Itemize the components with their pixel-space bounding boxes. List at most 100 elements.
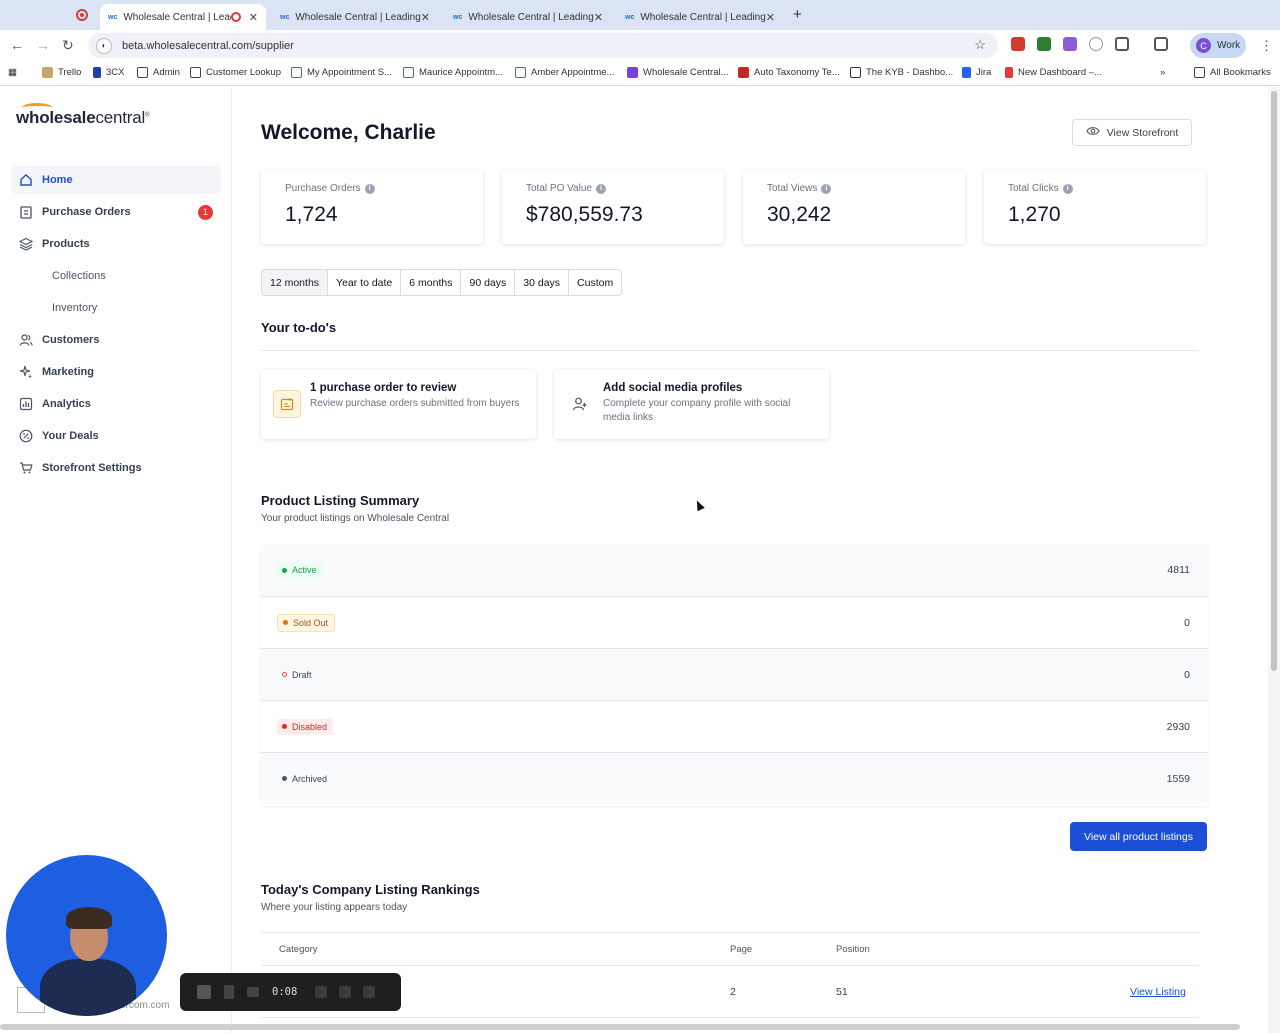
info-icon[interactable]: i bbox=[364, 183, 375, 194]
view-storefront-button[interactable]: View Storefront bbox=[1072, 119, 1192, 146]
close-tab-icon[interactable]: ✕ bbox=[766, 11, 775, 24]
listing-row-draft[interactable]: Draft 0 bbox=[261, 648, 1208, 700]
extension-icon[interactable] bbox=[1037, 37, 1051, 51]
close-tab-icon[interactable]: ✕ bbox=[421, 11, 430, 24]
mute-icon[interactable] bbox=[247, 987, 259, 997]
browser-tab-4[interactable]: wc Wholesale Central | Leading ✕ bbox=[617, 4, 783, 30]
wc-favicon-icon: wc bbox=[280, 13, 290, 21]
bookmark-star-icon[interactable]: ☆ bbox=[974, 37, 986, 53]
range-30-days[interactable]: 30 days bbox=[514, 270, 568, 295]
todo-section-title: Your to-do's bbox=[261, 320, 337, 335]
grid-icon[interactable] bbox=[315, 986, 328, 998]
sidebar-item-collections[interactable]: Collections bbox=[52, 270, 106, 282]
sidebar-item-your-deals[interactable]: Your Deals bbox=[11, 422, 221, 450]
reload-icon[interactable]: ↻ bbox=[62, 37, 74, 54]
status-badge: Sold Out bbox=[277, 613, 336, 632]
webcam-bubble[interactable] bbox=[6, 855, 167, 1016]
extension-icon[interactable] bbox=[1011, 37, 1025, 51]
stat-card-purchase-orders[interactable]: Purchase Orders i 1,724 bbox=[261, 170, 483, 244]
bookmark-my-appointment[interactable]: My Appointment S... bbox=[291, 67, 392, 78]
sidebar-item-home[interactable]: Home bbox=[11, 166, 221, 194]
bookmark-trello[interactable]: Trello bbox=[42, 67, 81, 78]
menu-kebab-icon[interactable]: ⋮ bbox=[1260, 38, 1273, 54]
listing-row-disabled[interactable]: Disabled 2930 bbox=[261, 700, 1208, 752]
avatar: C bbox=[1196, 38, 1211, 53]
scrollbar-thumb[interactable] bbox=[1271, 91, 1277, 671]
puzzle-icon[interactable] bbox=[1115, 37, 1129, 51]
listing-row-archived[interactable]: Archived 1559 bbox=[261, 752, 1208, 804]
vertical-scrollbar[interactable] bbox=[1268, 87, 1280, 1033]
address-bar-row: ← → ↻ ◐ beta.wholesalecentral.com/suppli… bbox=[0, 30, 1280, 61]
horizontal-scrollbar[interactable] bbox=[0, 1024, 1240, 1030]
listing-row-sold-out[interactable]: Sold Out 0 bbox=[261, 596, 1208, 648]
cart-icon bbox=[19, 461, 33, 475]
range-90-days[interactable]: 90 days bbox=[460, 270, 514, 295]
recording-controls: 0:08 bbox=[180, 973, 401, 1011]
page-title: Welcome, Charlie bbox=[261, 121, 436, 144]
extension-icon[interactable] bbox=[1089, 37, 1103, 51]
sparkle-icon bbox=[19, 365, 33, 379]
bookmark-new-dashboard[interactable]: New Dashboard –... bbox=[1005, 67, 1102, 78]
site-info-icon[interactable]: ◐ bbox=[96, 37, 112, 54]
sidebar-item-storefront-settings[interactable]: Storefront Settings bbox=[11, 454, 221, 482]
stat-card-total-po-value[interactable]: Total PO Value i $780,559.73 bbox=[502, 170, 724, 244]
restart-icon[interactable] bbox=[339, 986, 352, 998]
view-listing-link[interactable]: View Listing bbox=[1130, 986, 1186, 998]
bookmark-3cx[interactable]: 3CX bbox=[93, 67, 124, 78]
sidebar-item-marketing[interactable]: Marketing bbox=[11, 358, 221, 386]
url-field[interactable]: ◐ beta.wholesalecentral.com/supplier ☆ bbox=[88, 33, 998, 58]
trash-icon[interactable] bbox=[363, 986, 376, 998]
sidebar-item-analytics[interactable]: Analytics bbox=[11, 390, 221, 418]
info-icon[interactable]: i bbox=[595, 183, 606, 194]
new-tab-icon[interactable]: + bbox=[793, 6, 802, 23]
info-icon[interactable]: i bbox=[1062, 183, 1073, 194]
tab-search-icon[interactable] bbox=[1154, 37, 1168, 51]
sidebar-item-inventory[interactable]: Inventory bbox=[52, 302, 97, 314]
bookmark-admin[interactable]: Admin bbox=[137, 67, 180, 78]
pause-icon[interactable] bbox=[224, 985, 234, 999]
extension-icon[interactable] bbox=[1063, 37, 1077, 51]
sidebar-item-customers[interactable]: Customers bbox=[11, 326, 221, 354]
browser-tab-1[interactable]: wc Wholesale Central | Lead ✕ bbox=[100, 4, 266, 30]
todo-card-review-po[interactable]: 1 purchase order to review Review purcha… bbox=[261, 369, 536, 439]
listing-summary-subtitle: Your product listings on Wholesale Centr… bbox=[261, 513, 450, 524]
forward-icon[interactable]: → bbox=[36, 37, 50, 53]
sidebar-item-products[interactable]: Products bbox=[11, 230, 221, 258]
status-badge: Draft bbox=[277, 667, 318, 683]
bookmark-wholesale-central[interactable]: Wholesale Central... bbox=[627, 67, 729, 78]
stat-card-total-views[interactable]: Total Views i 30,242 bbox=[743, 170, 965, 244]
bookmark-maurice[interactable]: Maurice Appointm... bbox=[403, 67, 503, 78]
recording-indicator-icon bbox=[76, 9, 88, 21]
more-bookmarks-icon[interactable]: » bbox=[1160, 67, 1165, 78]
sidebar-item-purchase-orders[interactable]: Purchase Orders 1 bbox=[11, 198, 221, 226]
bookmark-amber[interactable]: Amber Appointme... bbox=[515, 67, 614, 78]
range-custom[interactable]: Custom bbox=[568, 270, 621, 295]
listing-row-active[interactable]: Active 4811 bbox=[261, 544, 1208, 596]
close-tab-icon[interactable]: ✕ bbox=[249, 11, 258, 24]
bookmark-jira[interactable]: Jira bbox=[962, 67, 991, 78]
stat-card-total-clicks[interactable]: Total Clicks i 1,270 bbox=[984, 170, 1206, 244]
stop-icon[interactable] bbox=[197, 985, 211, 999]
wholesalecentral-logo[interactable]: wholesalecentral® bbox=[16, 103, 150, 128]
todo-card-social-profiles[interactable]: Add social media profiles Complete your … bbox=[554, 369, 829, 439]
range-year-to-date[interactable]: Year to date bbox=[327, 270, 400, 295]
all-bookmarks-folder[interactable]: All Bookmarks bbox=[1194, 67, 1271, 78]
browser-tab-3[interactable]: wc Wholesale Central | Leading ✕ bbox=[445, 4, 611, 30]
back-icon[interactable]: ← bbox=[10, 37, 24, 53]
view-all-listings-button[interactable]: View all product listings bbox=[1070, 822, 1207, 851]
percent-icon bbox=[19, 429, 33, 443]
bookmark-customer-lookup[interactable]: Customer Lookup bbox=[190, 67, 281, 78]
info-icon[interactable]: i bbox=[821, 183, 832, 194]
bookmark-auto-taxonomy[interactable]: Auto Taxonomy Te... bbox=[738, 67, 840, 78]
range-12-months[interactable]: 12 months bbox=[262, 270, 328, 295]
profile-button[interactable]: C Work bbox=[1190, 33, 1246, 58]
browser-tab-2[interactable]: wc Wholesale Central | Leading ✕ bbox=[272, 4, 438, 30]
users-icon bbox=[19, 333, 33, 347]
apps-grid-icon[interactable]: ▦ bbox=[8, 67, 17, 78]
listing-summary-list: Active 4811 Sold Out 0 Draft 0 Disabled … bbox=[261, 544, 1208, 806]
logo-arc-icon bbox=[22, 103, 52, 112]
tab-recording-icon bbox=[230, 12, 241, 22]
bookmark-kyb[interactable]: The KYB - Dashbo... bbox=[850, 67, 953, 78]
close-tab-icon[interactable]: ✕ bbox=[594, 11, 603, 24]
range-6-months[interactable]: 6 months bbox=[400, 270, 460, 295]
